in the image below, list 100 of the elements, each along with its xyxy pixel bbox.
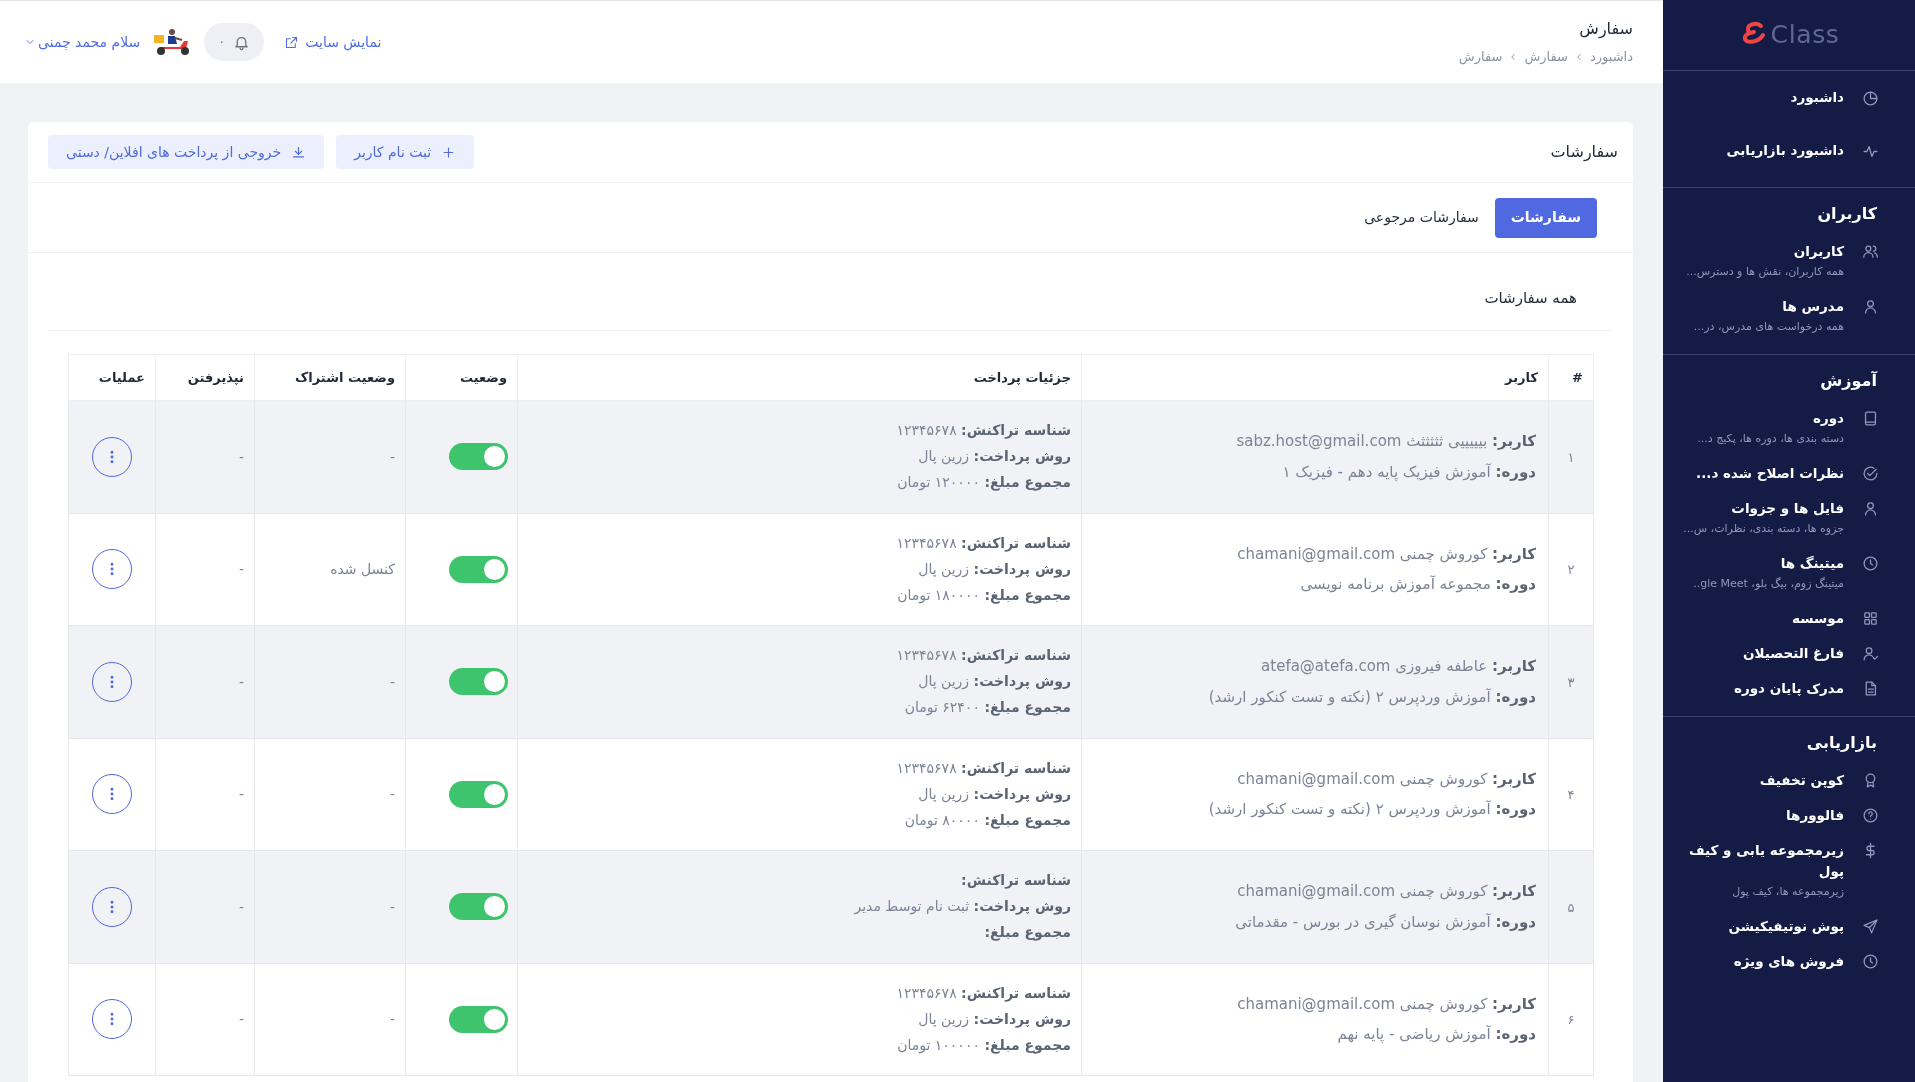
field-text: روش پرداخت: زرین پال [918, 672, 1071, 692]
field-text: کاربر: کوروش چمنی chamani@gmail.com [1237, 543, 1536, 565]
field-text: دوره: آموزش فیزیک پایه دهم - فیزیک ۱ [1282, 461, 1536, 484]
status-toggle[interactable] [449, 780, 508, 808]
field-text: کاربر: کوروش چمنی chamani@gmail.com [1237, 993, 1536, 1015]
sidebar-item[interactable]: داشبورد بازاریابی [1726, 140, 1844, 161]
row-number: ۶ [1567, 1012, 1575, 1028]
plus-icon [441, 144, 457, 160]
sidebar-item[interactable]: فالوورها [1785, 805, 1844, 826]
card-title: سفارشات [1550, 141, 1618, 163]
subscription-status: - [389, 786, 395, 803]
field-text: مجموع مبلغ: [984, 923, 1071, 943]
external-link-icon [284, 34, 300, 50]
field-text: مجموع مبلغ: ۸۰۰۰۰ تومان [904, 810, 1071, 831]
column-header: وضعیت [405, 354, 518, 401]
sidebar-item[interactable]: مدرک پایان دوره [1734, 678, 1844, 699]
section-heading: کاربران [1816, 203, 1878, 225]
sidebar-item[interactable]: کاربران [1793, 241, 1844, 262]
pulse-icon [1862, 143, 1879, 160]
section-heading: آموزش [1819, 370, 1879, 392]
status-toggle[interactable] [449, 443, 508, 471]
subscription-status: - [389, 898, 395, 915]
field-text: روش پرداخت: زرین پال [918, 784, 1071, 805]
item-description: همه درخواست های مدرس، در... [1693, 319, 1844, 335]
logo-text: Class [1770, 19, 1840, 52]
tab[interactable]: سفارشات [1494, 197, 1597, 238]
field-text: کاربر: عاطفه فیروزی atefa@atefa.com [1261, 656, 1536, 678]
field-text: دوره: آموزش ریاضی - پایه نهم [1337, 1024, 1536, 1046]
status-toggle[interactable] [449, 1005, 508, 1033]
sidebar-item[interactable]: فارغ التحصیلان [1742, 643, 1844, 664]
sidebar-item[interactable]: پوش نوتیفیکیشن [1728, 916, 1844, 937]
field-text: شناسه تراکنش: ۱۲۳۴۵۶۷۸ [896, 646, 1071, 666]
sidebar-item[interactable]: کوپن تخفیف [1759, 770, 1844, 791]
field-text: مجموع مبلغ: ۱۲۰۰۰۰ تومان [897, 473, 1071, 493]
field-text: شناسه تراکنش: ۱۲۳۴۵۶۷۸ [896, 983, 1071, 1004]
field-text: کاربر: کوروش چمنی chamani@gmail.com [1237, 768, 1536, 790]
reject-value: - [238, 673, 244, 690]
section-heading: بازاریابی [1805, 732, 1878, 754]
view-site-link[interactable]: نمایش سایت [284, 31, 382, 53]
row-number: ۱ [1567, 449, 1575, 465]
subscription-status: - [389, 673, 395, 690]
sidebar-item[interactable]: داشبورد [1790, 87, 1844, 108]
item-description: جزوه ها، دسته بندی، نظرات، س... [1683, 521, 1844, 537]
field-text: روش پرداخت: زرین پال [918, 1009, 1071, 1030]
user-menu[interactable]: سلام محمد چمنی [24, 31, 141, 53]
field-text: مجموع مبلغ: ۱۸۰۰۰۰ تومان [897, 585, 1071, 606]
grid-icon [1862, 610, 1879, 627]
field-text: دوره: آموزش نوسان گیری در بورس - مقدماتی [1235, 911, 1536, 933]
clock-icon [1862, 953, 1879, 970]
field-text: مجموع مبلغ: ۱۰۰۰۰۰ تومان [897, 1035, 1071, 1056]
user-check-icon [1862, 645, 1879, 662]
sidebar-item[interactable]: موسسه [1791, 608, 1844, 629]
row-number: ۵ [1567, 899, 1575, 915]
field-text: شناسه تراکنش: ۱۲۳۴۵۶۷۸ [896, 533, 1071, 554]
sidebar-item[interactable]: زیرمجموعه یابی و کیف پول [1669, 840, 1844, 882]
question-circle-icon [1862, 807, 1879, 824]
reject-value: - [238, 448, 244, 465]
sidebar-item[interactable]: نظرات اصلاح شده د... [1696, 463, 1844, 484]
item-description: همه کاربران، نقش ها و دسترس... [1686, 264, 1844, 280]
send-icon [1862, 918, 1879, 935]
reject-value: - [238, 1011, 244, 1028]
row-number: ۳ [1567, 674, 1575, 690]
tab[interactable]: سفارشات مرجوعی [1362, 197, 1481, 238]
column-header: عملیات [68, 354, 156, 401]
sidebar-item[interactable]: میتینگ ها [1780, 553, 1844, 574]
field-text: مجموع مبلغ: ۶۲۴۰۰ تومان [904, 698, 1071, 718]
add-user-button[interactable]: ثبت نام کاربر [336, 135, 475, 169]
book-icon [1862, 410, 1879, 427]
field-text: شناسه تراکنش: ۱۲۳۴۵۶۷۸ [896, 758, 1071, 779]
notifications-button[interactable]: ۰ [204, 23, 265, 61]
sidebar-item[interactable]: مدرس ها [1782, 296, 1844, 317]
status-toggle[interactable] [449, 555, 508, 583]
field-text: کاربر: کوروش چمنی chamani@gmail.com [1237, 881, 1536, 903]
sidebar-item[interactable]: فروش های ویژه [1733, 951, 1844, 972]
status-toggle[interactable] [449, 893, 508, 921]
field-text: دوره: آموزش وردپرس ۲ (نکته و تست کنکور ارشد) [1208, 799, 1536, 821]
subscription-status: کنسل شده [330, 561, 395, 578]
reject-value: - [238, 786, 244, 803]
download-icon [291, 144, 307, 160]
item-description: زیرمجموعه ها، کیف پول [1732, 884, 1844, 900]
check-circle-icon [1862, 465, 1879, 482]
field-text: دوره: آموزش وردپرس ۲ (نکته و تست کنکور ارشد) [1208, 686, 1536, 709]
sidebar-item[interactable]: فایل ها و جزوات [1731, 498, 1844, 519]
status-toggle[interactable] [449, 668, 508, 696]
column-header: # [1548, 354, 1594, 401]
column-header: جزئیات پرداخت [517, 354, 1082, 401]
column-header: نپذیرفتن [155, 354, 255, 401]
field-text: کاربر: بیییییی ثثثثثث sabz.host@gmail.com [1236, 431, 1536, 453]
sidebar-item[interactable]: دوره [1812, 408, 1844, 429]
clock-icon [1862, 555, 1879, 572]
row-number: ۴ [1567, 787, 1575, 803]
export-button[interactable]: خروجی از پرداخت های افلاین/ دستی [48, 135, 325, 169]
item-description: میتینگ زوم، بیگ بلو، gle Meet.. [1693, 576, 1844, 592]
field-text: روش پرداخت: زرین پال [918, 447, 1071, 467]
field-text: دوره: مجموعه آموزش برنامه نویسی [1300, 574, 1536, 596]
column-header: وضعیت اشتراک [254, 354, 406, 401]
reject-value: - [238, 898, 244, 915]
pie-chart-icon [1862, 90, 1879, 107]
field-text: روش پرداخت: ثبت نام توسط مدیر [854, 897, 1071, 917]
field-text: شناسه تراکنش: ۱۲۳۴۵۶۷۸ [896, 421, 1071, 441]
